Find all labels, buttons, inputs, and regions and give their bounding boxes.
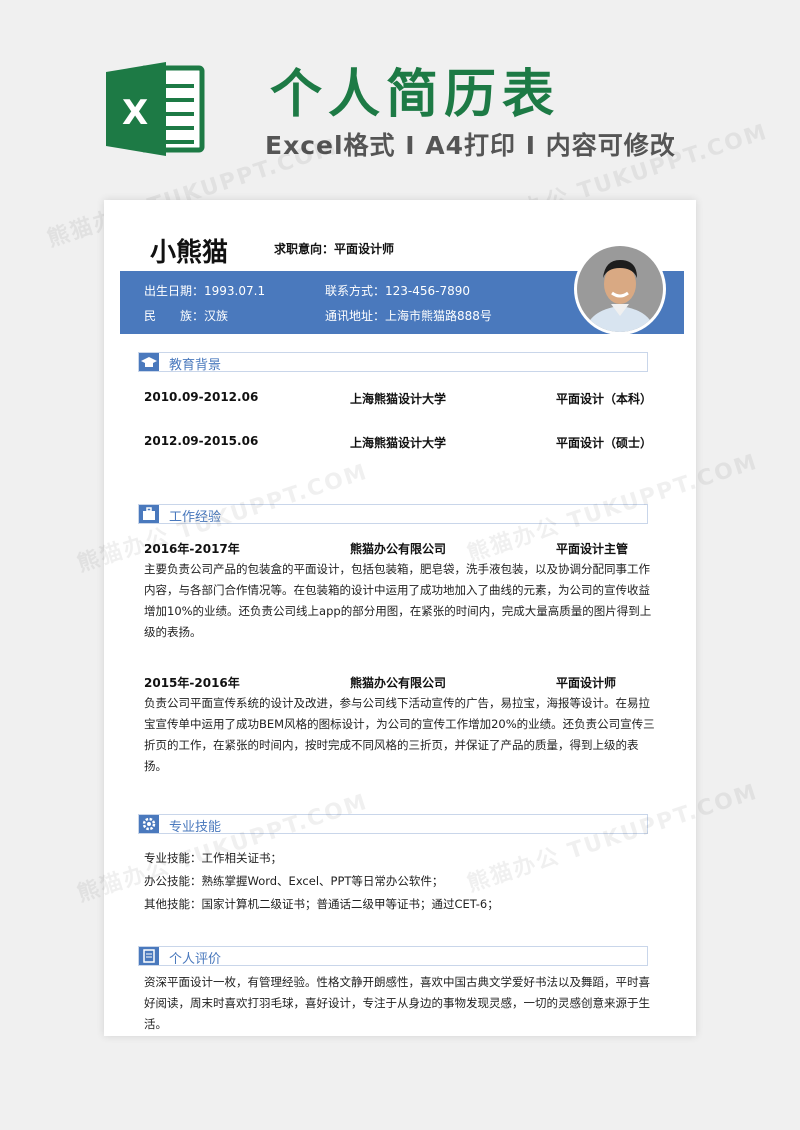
- excel-icon: X: [106, 62, 205, 156]
- job-company: 熊猫办公有限公司: [350, 676, 447, 690]
- skill-line: 其他技能：国家计算机二级证书；普通话二级甲等证书；通过CET-6；: [144, 897, 499, 911]
- avatar: [577, 246, 663, 332]
- document-icon: [139, 947, 159, 965]
- edu-date: 2010.09-2012.06: [144, 390, 259, 404]
- job-position: 平面设计师: [556, 676, 617, 690]
- job-position: 平面设计主管: [556, 542, 629, 556]
- graduation-cap-icon: [139, 353, 159, 371]
- banner: X 个人简历表 Excel格式 I A4打印 I 内容可修改 熊猫办公 TUKU…: [0, 0, 800, 252]
- job-description: 负责公司平面宣传系统的设计及改进，参与公司线下活动宣传的广告，易拉宝，海报等设计…: [144, 696, 655, 773]
- job-date: 2015年-2016年: [144, 676, 240, 690]
- resume-page: 小熊猫 求职意向：平面设计师 出生日期：1993.07.1 联系方式：123-4…: [104, 200, 696, 1036]
- section-education: 教育背景: [138, 352, 648, 373]
- ethnicity: 民 族：汉族: [144, 309, 229, 323]
- job-intent: 求职意向：平面设计师: [274, 242, 395, 256]
- evaluation-text: 资深平面设计一枚，有管理经验。性格文静开朗感性，喜欢中国古典文学爱好书法以及舞蹈…: [144, 975, 650, 1031]
- job-company: 熊猫办公有限公司: [350, 542, 447, 556]
- edu-degree: 平面设计（硕士）: [556, 436, 653, 450]
- candidate-name: 小熊猫: [150, 238, 229, 268]
- phone: 联系方式：123-456-7890: [325, 284, 471, 298]
- address: 通讯地址：上海市熊猫路888号: [325, 309, 492, 323]
- profile-photo: [574, 243, 666, 335]
- birth-date: 出生日期：1993.07.1: [144, 284, 266, 298]
- job-description: 主要负责公司产品的包装盒的平面设计，包括包装箱，肥皂袋，洗手液包装，以及协调分配…: [144, 562, 652, 639]
- section-title: 个人评价: [169, 952, 222, 967]
- section-title: 教育背景: [169, 358, 222, 373]
- section-evaluation: 个人评价: [138, 946, 648, 967]
- excel-letter: X: [122, 93, 148, 133]
- banner-title: 个人简历表: [270, 65, 561, 125]
- edu-date: 2012.09-2015.06: [144, 434, 259, 448]
- edu-school: 上海熊猫设计大学: [350, 392, 447, 406]
- edu-degree: 平面设计（本科）: [556, 392, 653, 406]
- gear-icon: [139, 815, 159, 833]
- skill-line: 办公技能：熟练掌握Word、Excel、PPT等日常办公软件；: [144, 874, 444, 888]
- edu-school: 上海熊猫设计大学: [350, 436, 447, 450]
